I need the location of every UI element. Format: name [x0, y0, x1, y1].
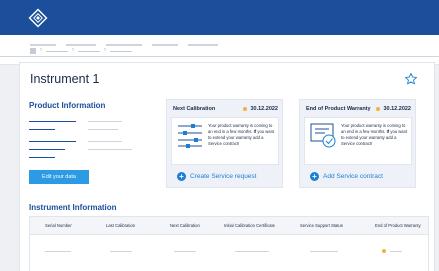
column-header[interactable]: Service Support Status [300, 223, 343, 228]
next-calibration-message: Your product warranty is coming to an en… [208, 123, 275, 146]
column-header[interactable]: Next Calibration [170, 223, 200, 228]
page-title: Instrument 1 [30, 72, 100, 86]
instrument-table: Serial Number Last Calibration Next Cali… [29, 216, 429, 271]
nav-divider [0, 56, 439, 57]
warranty-title: End of Product Warranty [306, 106, 371, 112]
main-navigation [0, 35, 439, 65]
warranty-panel: End of Product Warranty 30.12.2022 Your … [299, 99, 416, 188]
nav-item[interactable] [106, 44, 142, 46]
instrument-info-heading: Instrument Information [29, 203, 117, 212]
next-calibration-title: Next Calibration [173, 106, 216, 112]
status-dot [382, 249, 386, 253]
column-header[interactable]: End of Product Warranty [375, 223, 421, 228]
link-label: Add Service contract [323, 173, 383, 180]
link-label: Create Service request [190, 173, 257, 180]
edit-data-button[interactable]: Edit your data [29, 170, 89, 184]
chevron-right-icon: › [40, 47, 42, 53]
add-service-contract-link[interactable]: + Add Service contract [310, 172, 383, 181]
brand-logo-icon[interactable] [28, 8, 48, 28]
table-header: Serial Number Last Calibration Next Cali… [30, 217, 428, 235]
chevron-right-icon: › [104, 47, 106, 53]
certificate-icon [310, 123, 336, 148]
nav-item[interactable] [152, 44, 178, 46]
next-calibration-panel: Next Calibration 30.12.2022 Your product… [166, 99, 283, 188]
next-calibration-body: Your product warranty is coming to an en… [171, 117, 279, 165]
nav-item[interactable] [30, 44, 56, 46]
instrument-card: Instrument 1 Product Information Edit yo… [19, 62, 435, 271]
column-header[interactable]: Last Calibration [106, 223, 135, 228]
status-dot [376, 106, 381, 111]
date-value: 30.12.2022 [250, 106, 278, 112]
create-service-request-link[interactable]: + Create Service request [177, 172, 256, 181]
star-icon[interactable] [404, 72, 418, 86]
column-header[interactable]: Initial Calibration Certificate [224, 223, 275, 228]
nav-item[interactable] [188, 44, 218, 46]
date-value: 30.12.2022 [383, 106, 411, 112]
warranty-date: 30.12.2022 [376, 106, 411, 112]
nav-item[interactable] [66, 44, 96, 46]
warranty-body: Your product warranty is coming to an en… [304, 117, 412, 165]
breadcrumb-item[interactable] [46, 51, 68, 52]
plus-icon: + [177, 172, 186, 181]
warranty-message: Your product warranty is coming to an en… [341, 123, 408, 146]
top-bar [0, 0, 439, 35]
product-info-heading: Product Information [29, 101, 106, 110]
status-dot [243, 106, 248, 111]
plus-icon: + [310, 172, 319, 181]
next-calibration-date: 30.12.2022 [243, 106, 278, 112]
home-icon[interactable] [30, 48, 36, 54]
calibration-sliders-icon [178, 124, 202, 148]
breadcrumb-item[interactable] [78, 51, 100, 52]
chevron-right-icon: › [72, 47, 74, 53]
breadcrumb-item[interactable] [110, 51, 132, 52]
column-header[interactable]: Serial Number [45, 223, 72, 228]
